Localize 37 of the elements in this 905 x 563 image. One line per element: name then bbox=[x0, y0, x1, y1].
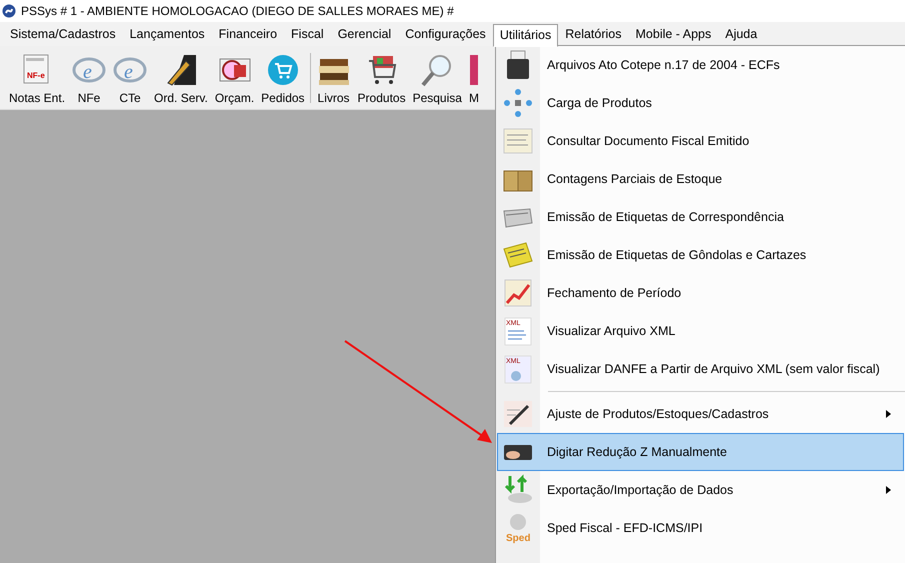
menu-item[interactable]: Relatórios bbox=[558, 22, 628, 46]
menu-entry[interactable]: Emissão de Etiquetas de Gôndolas e Cartazes bbox=[497, 236, 904, 274]
toolbar-button[interactable]: Orçam. bbox=[210, 53, 258, 105]
menu-item[interactable]: Sistema/Cadastros bbox=[3, 22, 123, 46]
network-icon bbox=[502, 87, 534, 119]
cart-icon bbox=[266, 53, 300, 87]
menu-entry[interactable]: Sped Sped Fiscal - EFD-ICMS/IPI bbox=[497, 509, 904, 547]
menu-item[interactable]: Lançamentos bbox=[122, 22, 212, 46]
menu-item[interactable]: Configurações bbox=[398, 22, 493, 46]
menu-entry[interactable]: Arquivos Ato Cotepe n.17 de 2004 - ECFs bbox=[497, 46, 904, 84]
menu-item[interactable]: Ajuda bbox=[718, 22, 764, 46]
menu-item[interactable]: Financeiro bbox=[212, 22, 284, 46]
menu-item[interactable]: Fiscal bbox=[284, 22, 331, 46]
toolbar-button[interactable]: e NFe bbox=[68, 53, 110, 105]
toolbar-button[interactable]: Produtos bbox=[354, 53, 409, 105]
toolbar-button[interactable]: Pesquisa bbox=[408, 53, 465, 105]
arrows-icon bbox=[502, 474, 534, 506]
menu-item[interactable]: Gerencial bbox=[330, 22, 398, 46]
toolbar-button[interactable]: e CTe bbox=[109, 53, 150, 105]
toolbar-button[interactable]: Livros bbox=[312, 53, 354, 105]
menu-entry[interactable]: Consultar Documento Fiscal Emitido bbox=[497, 122, 904, 160]
menu-entry[interactable]: Ajuste de Produtos/Estoques/Cadastros bbox=[497, 395, 904, 433]
menu-entry[interactable]: Exportação/Importação de Dados bbox=[497, 471, 904, 509]
toolbar-button[interactable]: M bbox=[464, 53, 482, 105]
menu-entry[interactable]: Contagens Parciais de Estoque bbox=[497, 160, 904, 198]
menu-item[interactable]: Utilitários bbox=[492, 24, 558, 46]
toolbar-button[interactable]: Pedidos bbox=[257, 53, 308, 105]
window-title: PSSys # 1 - AMBIENTE HOMOLOGACAO (DIEGO DE SALLES MORAES ME) # bbox=[21, 4, 454, 18]
menu-entry[interactable]: Fechamento de Período bbox=[497, 274, 904, 312]
menu-item[interactable]: Mobile - Apps bbox=[628, 22, 718, 46]
chart-icon bbox=[502, 277, 534, 309]
menu-entry[interactable]: Emissão de Etiquetas de Correspondência bbox=[497, 198, 904, 236]
menu-entry[interactable]: Carga de Produtos bbox=[497, 84, 904, 122]
toolbar-button[interactable]: NF-e Notas Ent. bbox=[5, 53, 68, 105]
pen-document-icon bbox=[502, 398, 534, 430]
menu-entry[interactable]: Digitar Redução Z Manualmente bbox=[497, 433, 904, 471]
toolbar-button[interactable]: Ord. Serv. bbox=[150, 53, 211, 105]
